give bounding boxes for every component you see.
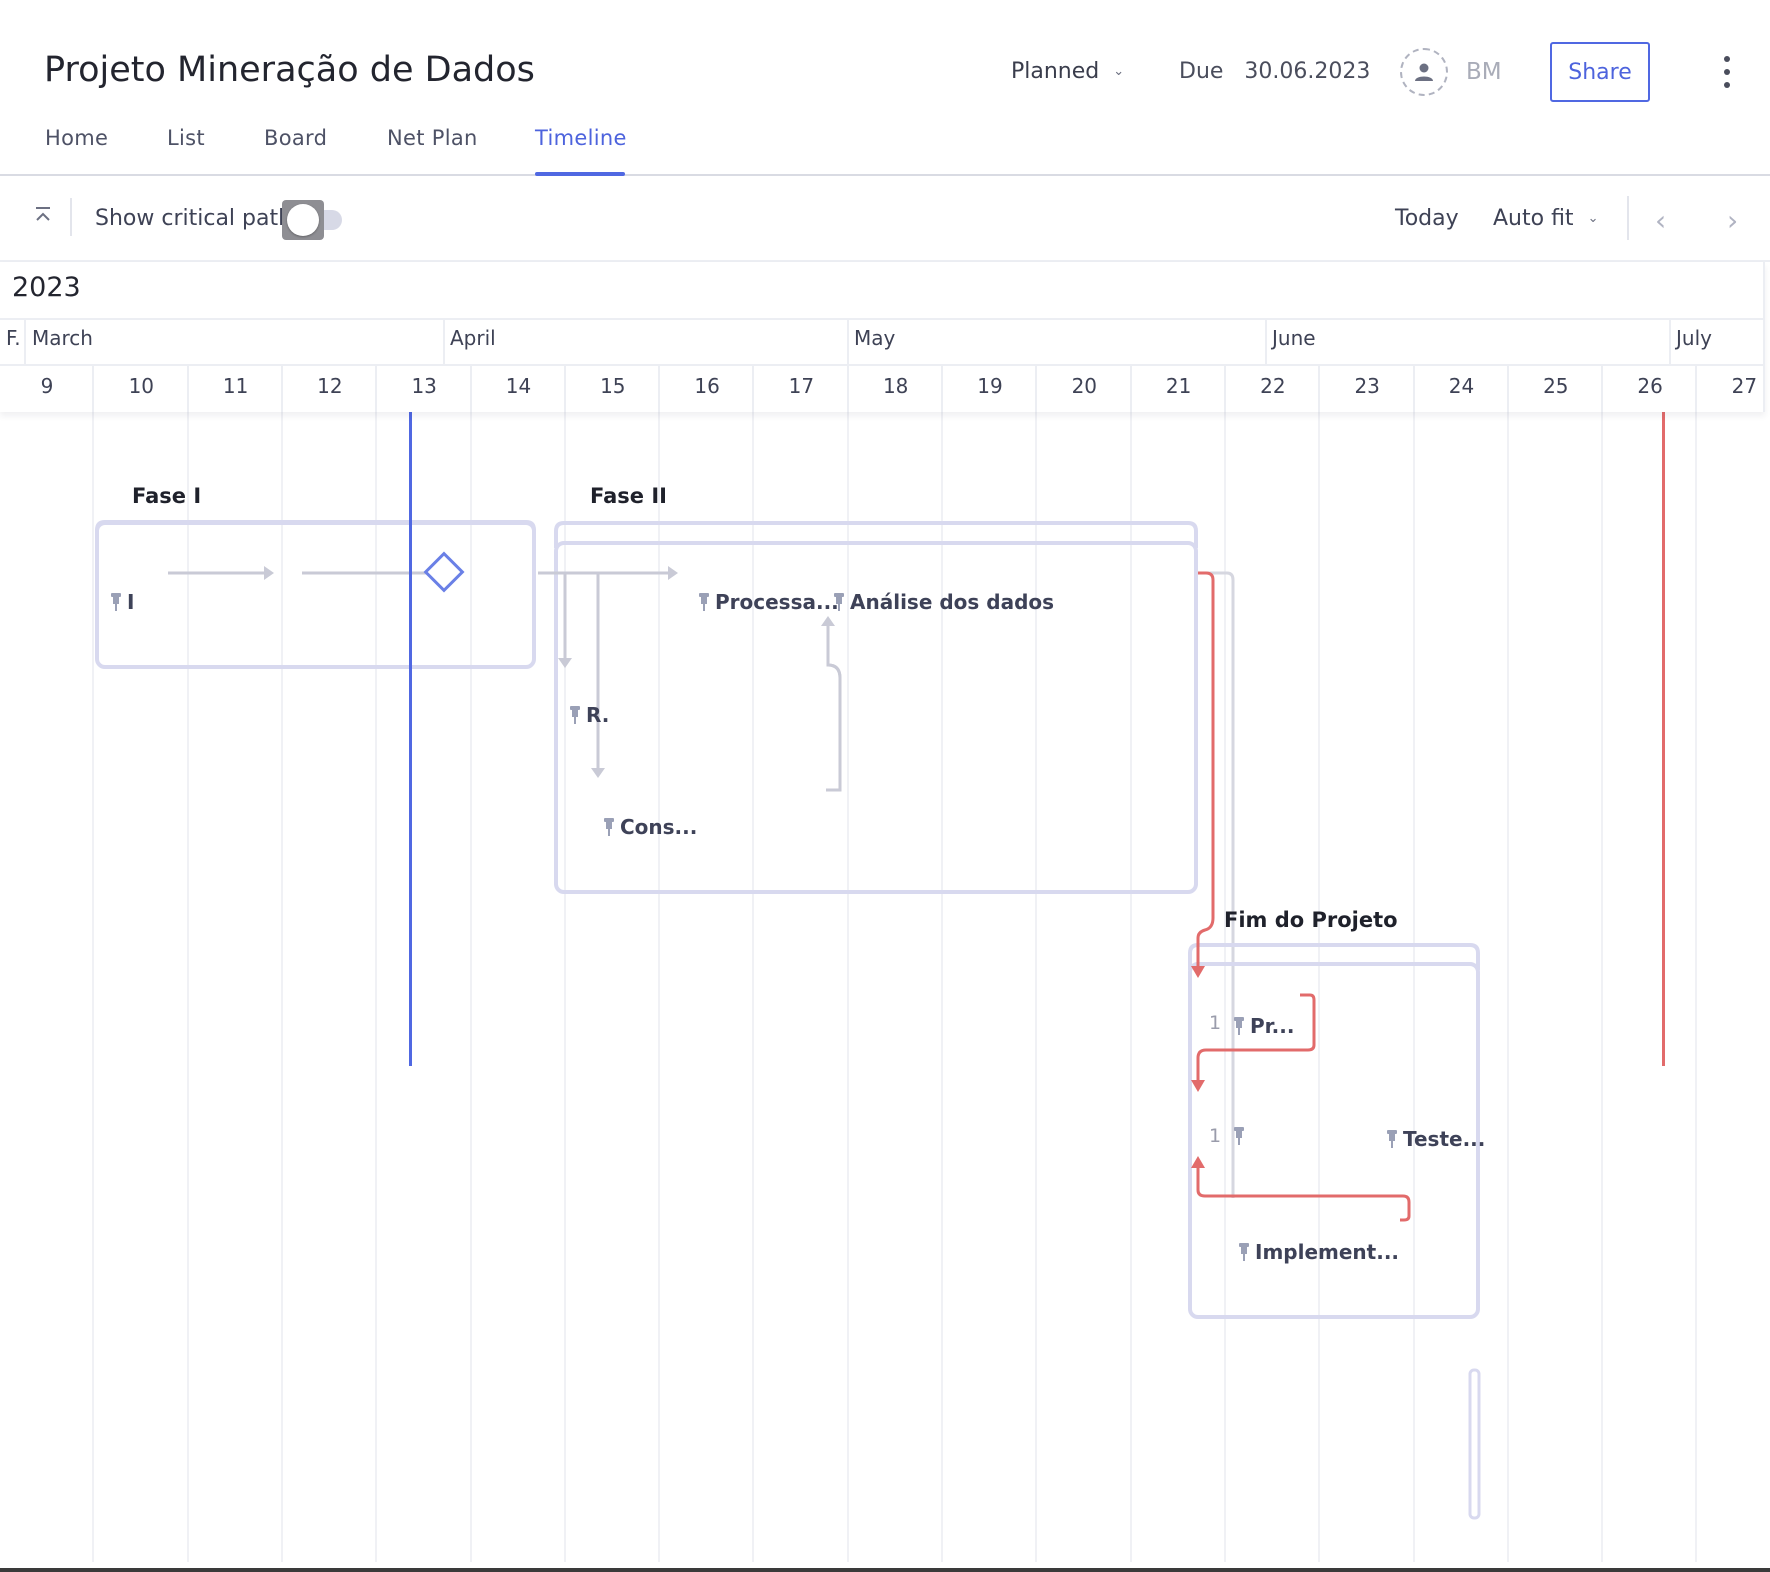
timeline-scale: 2023 F. March April May June July 9 10 11 1… (0, 262, 1765, 412)
task-item[interactable] (1233, 1127, 1245, 1145)
pin-icon (1233, 1017, 1245, 1035)
pin-icon (1233, 1127, 1245, 1145)
week-number: 21 (1165, 374, 1192, 398)
task-item[interactable]: Processa... (698, 590, 839, 614)
week-number: 13 (411, 374, 437, 398)
week-number: 14 (505, 374, 532, 398)
week-number: 24 (1448, 374, 1475, 398)
week-number: 10 (128, 374, 155, 398)
task-number: 1 (1209, 1012, 1222, 1034)
task-item[interactable]: Pr... (1233, 1014, 1294, 1038)
month-label: March (32, 326, 93, 350)
month-label: April (450, 326, 496, 350)
phase-box-fase-1 (95, 521, 536, 669)
week-number: 18 (882, 374, 909, 398)
week-number: 20 (1071, 374, 1098, 398)
task-item[interactable]: Teste... (1386, 1127, 1485, 1151)
task-number: 1 (1209, 1125, 1222, 1147)
week-number: 15 (600, 374, 626, 398)
week-number: 26 (1637, 374, 1663, 398)
pin-icon (1238, 1243, 1250, 1261)
week-number: 25 (1543, 374, 1569, 398)
week-number: 11 (222, 374, 249, 398)
phase-label-fase-1[interactable]: Fase I (132, 484, 201, 508)
pin-icon (569, 706, 581, 724)
week-number: 16 (694, 374, 720, 398)
task-item[interactable]: Análise dos dados (833, 590, 1054, 614)
pin-icon (698, 593, 710, 611)
pin-icon (110, 593, 122, 611)
week-number: 9 (40, 374, 54, 398)
month-label: May (854, 326, 896, 350)
pin-icon (833, 593, 845, 611)
phase-label-fase-2[interactable]: Fase II (590, 484, 667, 508)
week-number: 19 (977, 374, 1003, 398)
month-label: June (1272, 326, 1316, 350)
week-number: 23 (1354, 374, 1380, 398)
milestone-diamond (423, 551, 465, 593)
week-number: 17 (788, 374, 815, 398)
week-number: 12 (317, 374, 343, 398)
task-item[interactable]: I (110, 590, 134, 614)
month-label: F. (6, 326, 21, 350)
task-item[interactable]: Cons... (603, 815, 697, 839)
pin-icon (1386, 1130, 1398, 1148)
due-date-marker (1662, 412, 1665, 1066)
week-number: 27 (1731, 374, 1758, 398)
scroll-marker (1468, 1368, 1481, 1520)
week-number: 22 (1260, 374, 1286, 398)
year-label: 2023 (12, 272, 81, 303)
pin-icon (603, 818, 615, 836)
gantt-canvas (95, 520, 1481, 1520)
task-item[interactable]: Implement... (1238, 1240, 1399, 1264)
phase-label-fim[interactable]: Fim do Projeto (1224, 908, 1398, 932)
task-item[interactable]: R. (569, 703, 609, 727)
today-marker (409, 412, 412, 1066)
month-label: July (1676, 326, 1712, 350)
